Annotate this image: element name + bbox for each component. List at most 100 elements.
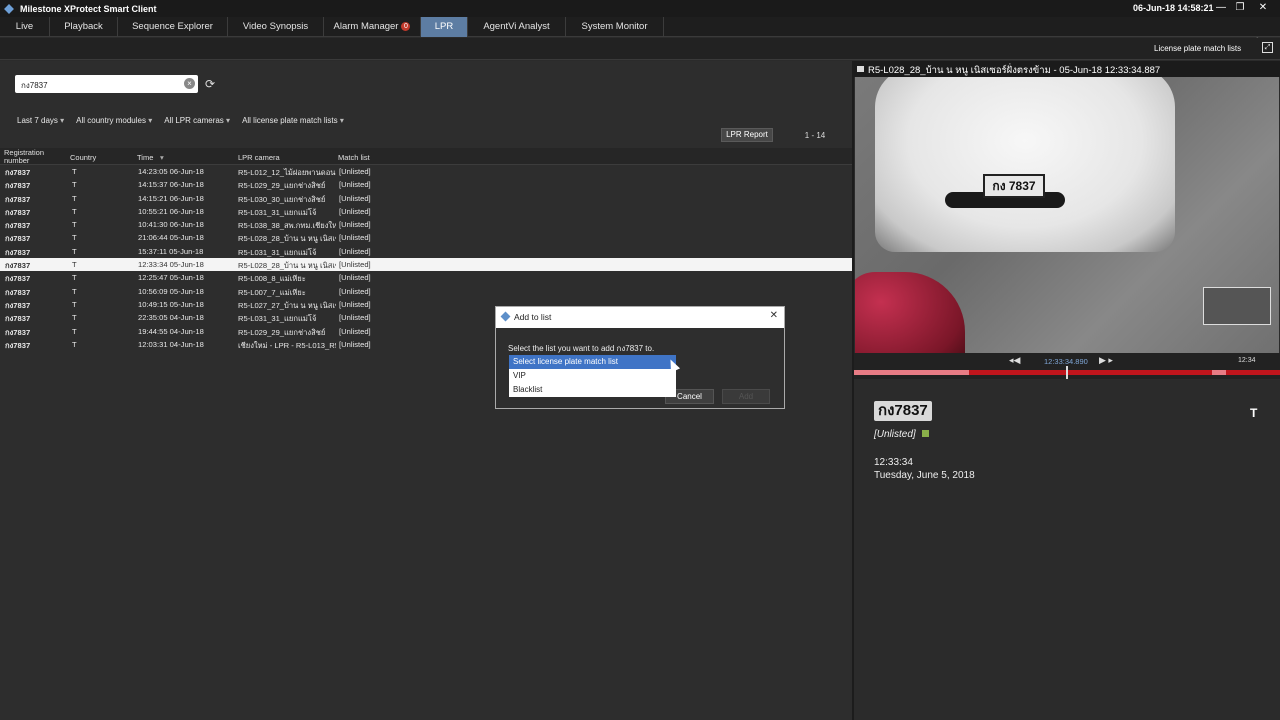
tab-alarm-manager[interactable]: Alarm Manager 0 [324, 17, 421, 37]
table-row[interactable]: กง7837 T 14:15:21 06-Jun-18 R5-L030_30_แยกช… [0, 192, 852, 205]
license-plate-match-lists-link[interactable]: License plate match lists [1154, 44, 1241, 53]
cell-time: 14:23:05 06-Jun-18 [138, 167, 204, 176]
minimize-icon[interactable]: — [1212, 1, 1230, 15]
dropdown-option[interactable]: VIP [509, 369, 676, 383]
cell-time: 12:25:47 05-Jun-18 [138, 273, 204, 283]
time-range-filter[interactable]: Last 7 days [17, 116, 64, 125]
timeline-end-time: 12:34 [1238, 357, 1256, 364]
cell-country: T [72, 326, 77, 336]
cell-time: 10:55:21 06-Jun-18 [138, 206, 204, 216]
column-match-list[interactable]: Match list [338, 153, 370, 162]
cell-registration: กง7837 [5, 314, 31, 324]
column-lpr-camera[interactable]: LPR camera [238, 153, 280, 162]
tab-lpr[interactable]: LPR [421, 17, 468, 37]
cell-registration: กง7837 [5, 327, 31, 337]
restore-icon[interactable]: ❐ [1231, 1, 1249, 15]
cell-country: T [72, 339, 77, 349]
clear-search-icon[interactable]: × [184, 78, 195, 89]
table-row[interactable]: กง7837 T 10:56:09 05-Jun-18 R5-L007_7_แม่เห… [0, 285, 852, 298]
cell-match-list: [Unlisted] [339, 246, 371, 256]
cell-camera: R5-L028_28_บ้าน น หนู เนิสเซ [238, 261, 336, 271]
play-icon[interactable]: ▶ ▸ [1099, 355, 1113, 366]
tab-agentvi-analyst[interactable]: AgentVi Analyst [468, 17, 566, 37]
cell-registration: กง7837 [5, 261, 31, 271]
cell-country: T [72, 193, 77, 203]
cell-time: 10:49:15 05-Jun-18 [138, 299, 204, 309]
cell-country: T [72, 167, 77, 176]
dropdown-option[interactable]: Select license plate match list [509, 355, 676, 369]
system-clock: 06-Jun-18 14:58:21 [1133, 3, 1214, 13]
column-time[interactable]: Time [137, 153, 153, 162]
table-row[interactable]: กง7837 T 12:33:34 05-Jun-18 R5-L028_28_บ้าน… [0, 258, 852, 272]
detail-pane: R5-L028_28_บ้าน น หนู เนิสเซอร์ฝั่งตรงข้… [854, 61, 1280, 720]
cell-registration: กง7837 [5, 194, 31, 204]
cell-camera: R5-L031_31_แยกแม่โจ้ [238, 207, 317, 217]
filter-bar: Last 7 days All country modules All LPR … [17, 116, 344, 125]
tab-system-monitor[interactable]: System Monitor [566, 17, 664, 37]
match-list-dropdown[interactable]: Select license plate match list VIP Blac… [509, 355, 676, 397]
table-row[interactable]: กง7837 T 21:06:44 05-Jun-18 R5-L028_28_บ้าน… [0, 231, 852, 244]
match-list-filter[interactable]: All license plate match lists [242, 116, 344, 125]
playback-timestamp: 12:33:34.890 [1044, 357, 1088, 366]
refresh-icon[interactable]: ⟳ [205, 77, 215, 91]
step-back-icon[interactable]: ◂◀ [1009, 355, 1020, 366]
close-icon[interactable]: ✕ [770, 310, 778, 321]
close-icon[interactable]: ✕ [1254, 1, 1272, 15]
cell-country: T [72, 220, 77, 230]
app-title: Milestone XProtect Smart Client [20, 3, 157, 14]
add-to-list-icon[interactable] [921, 430, 929, 437]
table-row[interactable]: กง7837 T 14:15:37 06-Jun-18 R5-L029_29_แยกช… [0, 178, 852, 191]
license-plate-in-image: กง 7837 [983, 174, 1045, 198]
cell-registration: กง7837 [5, 168, 31, 177]
camera-title: R5-L028_28_บ้าน น หนู เนิสเซอร์ฝั่งตรงข้… [868, 65, 1161, 76]
search-input[interactable]: กง7837 × [15, 75, 198, 93]
add-to-list-dialog: Add to list ✕ Select the list you want t… [495, 306, 785, 409]
camera-image[interactable]: กง 7837 [855, 77, 1279, 353]
cell-match-list: [Unlisted] [339, 260, 371, 270]
alarm-count-badge: 0 [401, 21, 411, 31]
cell-match-list: [Unlisted] [339, 326, 371, 336]
overview-thumbnail[interactable] [1203, 287, 1271, 325]
fullscreen-icon[interactable]: ⤢ [1262, 42, 1273, 53]
cell-country: T [72, 286, 77, 296]
playback-timeline: ◂◀ 12:33:34.890 ▶ ▸ 12:34 [854, 353, 1280, 379]
results-table-header: Registration number Country Time ▾ LPR c… [0, 148, 852, 165]
timeline-track[interactable] [854, 366, 1280, 379]
camera-title-bar: R5-L028_28_บ้าน น หนู เนิสเซอร์ฝั่งตรงข้… [854, 61, 1280, 77]
table-row[interactable]: กง7837 T 12:25:47 05-Jun-18 R5-L008_8_แม่เห… [0, 271, 852, 284]
cell-camera: R5-L030_30_แยกช่างสิชย์ [238, 194, 326, 204]
column-registration[interactable]: Registration number [4, 149, 54, 165]
cell-country: T [72, 246, 77, 256]
dialog-title: Add to list [514, 312, 552, 322]
tab-playback[interactable]: Playback [50, 17, 118, 37]
cell-time: 12:03:31 04-Jun-18 [138, 339, 204, 349]
cell-registration: กง7837 [5, 181, 31, 191]
detection-datetime: 12:33:34 Tuesday, June 5, 2018 [874, 456, 975, 482]
detection-date: Tuesday, June 5, 2018 [874, 470, 975, 481]
dialog-header: Add to list [496, 307, 784, 328]
tab-sequence-explorer[interactable]: Sequence Explorer [118, 17, 228, 37]
cell-registration: กง7837 [5, 221, 31, 231]
cell-match-list: [Unlisted] [339, 233, 371, 243]
add-button[interactable]: Add [722, 389, 770, 404]
dropdown-option[interactable]: Blacklist [509, 383, 676, 397]
table-row[interactable]: กง7837 T 15:37:11 05-Jun-18 R5-L031_31_แยกแ… [0, 245, 852, 258]
milestone-logo-icon [500, 311, 511, 322]
tab-video-synopsis[interactable]: Video Synopsis [228, 17, 324, 37]
cell-match-list: [Unlisted] [339, 220, 371, 230]
lpr-report-button[interactable]: LPR Report [721, 128, 773, 142]
tab-live[interactable]: Live [0, 17, 50, 37]
table-row[interactable]: กง7837 T 10:41:30 06-Jun-18 R5-L038_38_สพ.ก… [0, 218, 852, 231]
cell-country: T [72, 299, 77, 309]
workspace-tabs: Live Playback Sequence Explorer Video Sy… [0, 17, 1280, 48]
white-car [875, 77, 1175, 252]
cell-country: T [72, 313, 77, 323]
playhead[interactable] [1066, 366, 1068, 379]
table-row[interactable]: กง7837 T 14:23:05 06-Jun-18 R5-L012_12_ไม้ฝ… [0, 165, 852, 178]
cell-time: 15:37:11 05-Jun-18 [138, 246, 204, 256]
cell-match-list: [Unlisted] [339, 339, 371, 349]
lpr-camera-filter[interactable]: All LPR cameras [164, 116, 230, 125]
table-row[interactable]: กง7837 T 10:55:21 06-Jun-18 R5-L031_31_แยกแ… [0, 205, 852, 218]
country-module-filter[interactable]: All country modules [76, 116, 152, 125]
column-country[interactable]: Country [70, 153, 96, 162]
